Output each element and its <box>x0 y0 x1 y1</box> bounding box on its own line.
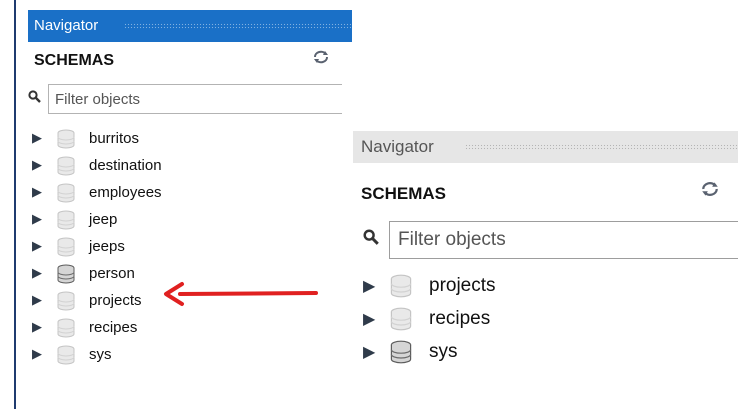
navigator-header: Navigator <box>28 10 352 42</box>
expand-triangle-icon[interactable]: ▶ <box>363 342 375 362</box>
schema-name: employees <box>89 184 162 201</box>
navigator-title: Navigator <box>28 17 103 34</box>
header-grip <box>465 144 738 150</box>
database-icon <box>56 318 76 342</box>
expand-triangle-icon[interactable]: ▶ <box>32 211 42 227</box>
database-icon <box>56 129 76 153</box>
filter-objects-input-wrapper <box>48 84 353 114</box>
database-icon <box>56 264 76 288</box>
navigator-panel-left: Navigator SCHEMAS ▶ burritos ▶ <box>22 0 353 409</box>
schema-name: projects <box>89 292 142 309</box>
expand-triangle-icon[interactable]: ▶ <box>32 238 42 254</box>
schema-name: person <box>89 265 135 282</box>
red-arrow-icon <box>160 278 320 313</box>
navigator-title: Navigator <box>353 137 438 156</box>
schemas-heading: SCHEMAS <box>361 184 447 203</box>
navigator-panel-right: Navigator SCHEMAS ▶ projects ▶ <box>353 131 738 409</box>
expand-triangle-icon[interactable]: ▶ <box>32 130 42 146</box>
filter-objects-input-wrapper <box>389 221 738 259</box>
filter-objects-input[interactable] <box>49 85 353 113</box>
refresh-icon[interactable] <box>312 50 330 67</box>
schemas-heading: SCHEMAS <box>34 52 115 69</box>
expand-triangle-icon[interactable]: ▶ <box>363 276 375 296</box>
navigator-header: Navigator <box>353 131 738 163</box>
search-icon <box>28 90 41 106</box>
database-icon <box>56 237 76 261</box>
schema-name: recipes <box>429 308 491 329</box>
database-icon <box>56 345 76 369</box>
database-icon <box>56 183 76 207</box>
expand-triangle-icon[interactable]: ▶ <box>32 184 42 200</box>
database-icon <box>56 156 76 180</box>
database-icon <box>56 210 76 234</box>
expand-triangle-icon[interactable]: ▶ <box>32 265 42 281</box>
database-icon <box>389 340 413 370</box>
search-icon <box>363 229 379 250</box>
schema-name: sys <box>429 341 458 362</box>
schema-name: burritos <box>89 130 140 147</box>
expand-triangle-icon[interactable]: ▶ <box>32 292 42 308</box>
schema-name: projects <box>429 275 496 296</box>
database-icon <box>56 291 76 315</box>
schema-name: sys <box>89 346 112 363</box>
schema-name: destination <box>89 157 162 174</box>
schema-name: recipes <box>89 319 138 336</box>
schema-name: jeeps <box>89 238 125 255</box>
filter-objects-input[interactable] <box>390 222 738 258</box>
database-icon <box>389 274 413 304</box>
header-grip <box>124 23 352 29</box>
expand-triangle-icon[interactable]: ▶ <box>363 309 375 329</box>
refresh-icon[interactable] <box>700 181 720 202</box>
schema-name: jeep <box>89 211 118 228</box>
database-icon <box>389 307 413 337</box>
expand-triangle-icon[interactable]: ▶ <box>32 319 42 335</box>
expand-triangle-icon[interactable]: ▶ <box>32 346 42 362</box>
left-window-edge <box>0 0 22 409</box>
expand-triangle-icon[interactable]: ▶ <box>32 157 42 173</box>
